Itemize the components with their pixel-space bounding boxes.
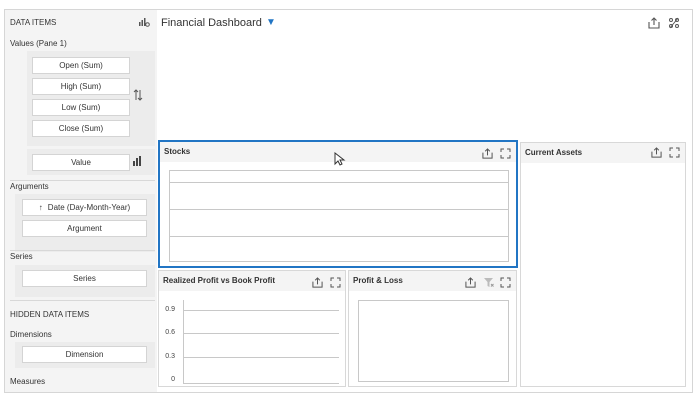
value-item-low[interactable]: Low (Sum)	[32, 99, 130, 116]
maximize-icon[interactable]	[330, 277, 341, 288]
hidden-data-items-title: HIDDEN DATA ITEMS	[10, 310, 90, 319]
y-tick-label: 0	[171, 376, 175, 383]
gridline	[170, 182, 508, 183]
parameters-icon[interactable]	[668, 17, 680, 29]
series-label: Series	[10, 252, 33, 261]
export-icon[interactable]	[648, 17, 660, 29]
export-icon[interactable]	[465, 277, 476, 288]
gridline	[170, 209, 508, 210]
bar-chart-icon[interactable]	[132, 156, 142, 166]
argument-date-item[interactable]: ↑ Date (Day-Month-Year)	[22, 199, 147, 216]
argument-date-label: Date (Day-Month-Year)	[47, 203, 131, 212]
separator	[10, 250, 155, 251]
profit-vs-book-item[interactable]: Realized Profit vs Book Profit 0.9 0.6 0…	[158, 270, 346, 387]
maximize-icon[interactable]	[669, 147, 680, 158]
y-tick-label: 0.3	[165, 353, 175, 360]
y-tick-label: 0.6	[165, 329, 175, 336]
separator	[10, 180, 155, 181]
data-items-title: DATA ITEMS	[10, 18, 57, 27]
current-assets-caption: Current Assets	[525, 148, 583, 157]
filter-icon[interactable]: ▼	[266, 17, 276, 28]
maximize-icon[interactable]	[500, 277, 511, 288]
measures-label: Measures	[10, 377, 46, 386]
stocks-caption: Stocks	[164, 147, 191, 156]
gridline	[184, 310, 339, 311]
mouse-cursor-icon	[334, 152, 346, 166]
value-item-close[interactable]: Close (Sum)	[32, 120, 130, 137]
current-assets-item[interactable]: Current Assets	[520, 142, 686, 387]
value-item-open[interactable]: Open (Sum)	[32, 57, 130, 74]
gridline	[184, 357, 339, 358]
dimensions-label: Dimensions	[10, 330, 52, 339]
export-icon[interactable]	[482, 148, 493, 159]
profit-vs-book-caption: Realized Profit vs Book Profit	[163, 276, 276, 285]
dashboard-title: Financial Dashboard ▼	[161, 17, 276, 29]
value-item-high[interactable]: High (Sum)	[32, 78, 130, 95]
values-pane-label: Values (Pane 1)	[10, 39, 67, 48]
profit-loss-plot-area	[358, 300, 509, 382]
profit-loss-item[interactable]: Profit & Loss	[348, 270, 517, 387]
stocks-item[interactable]: Stocks	[158, 140, 518, 268]
gridline	[184, 333, 339, 334]
sort-icon[interactable]	[133, 89, 143, 101]
arguments-label: Arguments	[10, 182, 49, 191]
dimension-placeholder[interactable]: Dimension	[22, 346, 147, 363]
separator	[10, 300, 155, 301]
stocks-plot-area	[169, 170, 509, 262]
sort-ascending-icon: ↑	[38, 203, 43, 212]
profit-chart-plot-area	[183, 300, 339, 384]
export-icon[interactable]	[312, 277, 323, 288]
dashboard-title-text: Financial Dashboard	[161, 17, 262, 29]
gridline	[170, 236, 508, 237]
chart-options-icon[interactable]	[138, 17, 150, 27]
data-items-pane: DATA ITEMS Values (Pane 1) Open (Sum) Hi…	[5, 10, 155, 392]
series-placeholder[interactable]: Series	[22, 270, 147, 287]
maximize-icon[interactable]	[500, 148, 511, 159]
y-tick-label: 0.9	[165, 306, 175, 313]
export-icon[interactable]	[651, 147, 662, 158]
argument-placeholder[interactable]: Argument	[22, 220, 147, 237]
profit-loss-caption: Profit & Loss	[353, 276, 403, 285]
value-placeholder[interactable]: Value	[32, 154, 130, 171]
clear-filter-icon[interactable]	[483, 277, 494, 288]
